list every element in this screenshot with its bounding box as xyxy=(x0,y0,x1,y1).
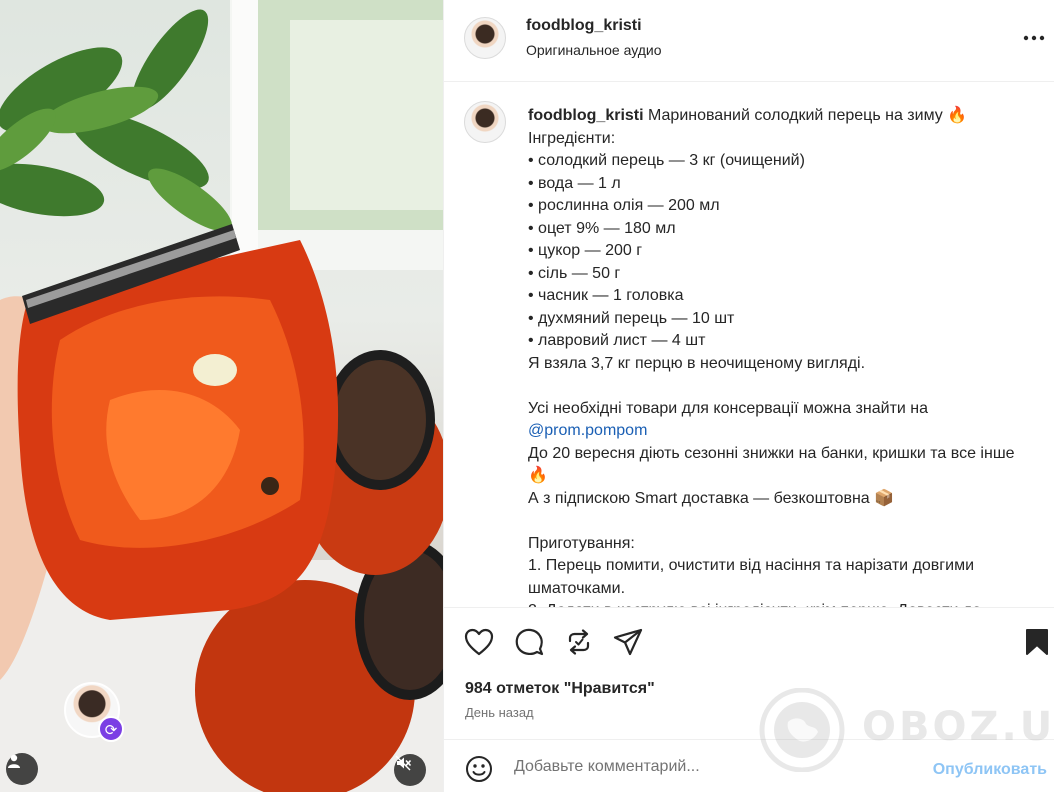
pepper-jar-photo xyxy=(0,0,443,792)
caption-section: foodblog_kristi Маринований солодкий пер… xyxy=(444,83,1054,607)
avatar[interactable] xyxy=(464,17,506,59)
post-header: foodblog_kristi Оригинальное аудио xyxy=(444,0,1054,82)
remix-icon[interactable]: ⟳ xyxy=(98,716,124,742)
muted-speaker-icon[interactable] xyxy=(394,754,426,786)
post-timestamp[interactable]: День назад xyxy=(465,705,534,720)
comment-bar: Опубликовать xyxy=(444,739,1054,792)
repost-icon[interactable] xyxy=(563,626,595,658)
comment-icon[interactable] xyxy=(513,626,545,658)
heart-icon[interactable] xyxy=(463,626,495,658)
header-username[interactable]: foodblog_kristi xyxy=(526,17,642,35)
caption-username[interactable]: foodblog_kristi xyxy=(528,107,644,124)
comment-input[interactable] xyxy=(514,752,914,782)
publish-button[interactable]: Опубликовать xyxy=(933,761,1047,779)
more-options-icon[interactable] xyxy=(1020,24,1048,52)
caption-text: foodblog_kristi Маринований солодкий пер… xyxy=(528,105,1033,607)
bookmark-icon[interactable] xyxy=(1021,626,1053,658)
send-icon[interactable] xyxy=(612,626,644,658)
post-media[interactable]: ⟳ xyxy=(0,0,443,792)
caption-part-2: До 20 вересня діють сезонні знижки на ба… xyxy=(528,444,1015,608)
emoji-icon[interactable] xyxy=(464,754,494,784)
audio-link[interactable]: Оригинальное аудио xyxy=(526,42,662,58)
post-actions: 984 отметок "Нравится" День назад xyxy=(444,607,1054,739)
caption-part-1: Маринований солодкий перець на зиму 🔥 Ін… xyxy=(528,107,968,417)
user-tag-icon[interactable] xyxy=(6,753,38,785)
caption-avatar[interactable] xyxy=(464,101,506,143)
likes-count[interactable]: 984 отметок "Нравится" xyxy=(465,680,655,698)
mention-link[interactable]: @prom.pompom xyxy=(528,422,647,439)
post-panel: foodblog_kristi Оригинальное аудио foodb… xyxy=(443,0,1054,792)
